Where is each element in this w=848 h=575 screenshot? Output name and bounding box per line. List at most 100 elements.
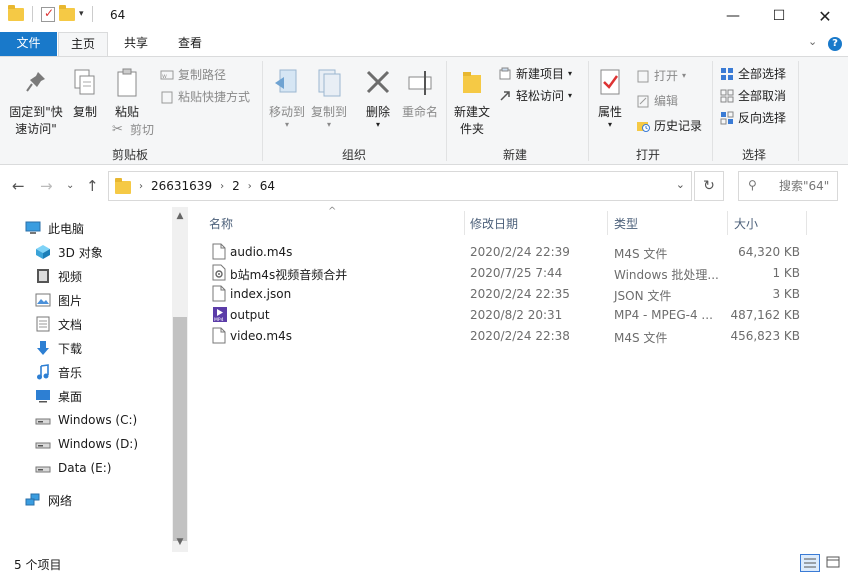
sidebar-item[interactable]: 音乐 [34,361,82,383]
sidebar-item[interactable]: 图片 [34,289,82,311]
invert-selection-label: 反向选择 [738,111,787,125]
scroll-up-icon[interactable]: ▲ [172,211,188,221]
column-divider[interactable] [806,211,807,235]
mp4-icon: MP4 [212,306,227,323]
edit-button[interactable]: 编辑 [636,92,678,109]
select-all-button[interactable]: 全部选择 [720,65,786,82]
sidebar-item[interactable]: 此电脑 [24,217,84,239]
select-none-button[interactable]: 全部取消 [720,87,786,104]
new-item-button[interactable]: 新建项目 ▾ [498,65,572,82]
copy-to-icon [318,69,341,97]
copy-to-button[interactable]: 复制到 ▾ [308,67,350,129]
new-item-label: 新建项目 [516,67,565,81]
select-all-label: 全部选择 [738,67,787,81]
invert-selection-button[interactable]: 反向选择 [720,109,786,126]
sidebar-item[interactable]: 3D 对象 [34,241,103,263]
delete-button[interactable]: 删除 ▾ [360,67,396,129]
properties-icon[interactable] [41,6,55,22]
forward-arrow-icon[interactable]: → [40,177,53,195]
sidebar-item[interactable]: Windows (D:) [34,433,138,455]
breadcrumb: › 26631639 › 2 › 64 [109,172,275,200]
open-button[interactable]: 打开 ▾ [636,67,686,84]
sidebar-scrollbar[interactable]: ▲ ▼ [172,207,188,552]
paste-button[interactable]: 粘贴 [110,67,144,121]
file-type: JSON 文件 [614,289,672,303]
up-arrow-icon[interactable]: ↑ [86,177,99,195]
file-row[interactable]: audio.m4s 2020/2/24 22:39 M4S 文件 64,320 KB [200,242,810,263]
chevron-right-icon[interactable]: › [139,181,143,192]
document-icon [34,316,52,332]
file-row[interactable]: video.m4s 2020/2/24 22:38 M4S 文件 456,823 KB [200,326,810,347]
quick-access-toolbar: ▾ [8,4,97,22]
file-row[interactable]: b站m4s视频音频合并 2020/7/25 7:44 Windows 批处理... 1… [200,263,810,284]
sidebar-item[interactable]: 文档 [34,313,82,335]
expand-ribbon-icon[interactable]: ⌄ [808,35,817,48]
file-row[interactable]: index.json 2020/2/24 22:35 JSON 文件 3 KB [200,284,810,305]
select-none-label: 全部取消 [738,89,787,103]
file-list: ^ 名称 修改日期 类型 大小 audio.m4s 2020/2/24 22:39… [200,206,848,552]
rename-button[interactable]: 重命名 [398,67,442,121]
history-label: 历史记录 [654,119,703,133]
paste-shortcut-button[interactable]: 粘贴快捷方式 [160,88,250,105]
pin-quick-access-button[interactable]: 固定到"快速访问" [6,69,66,138]
minimize-button[interactable]: — [710,0,756,32]
sidebar-item[interactable]: 桌面 [34,385,82,407]
sidebar-item[interactable]: 下载 [34,337,82,359]
column-header-type[interactable]: 类型 [614,215,638,232]
large-icons-view-icon [826,556,840,568]
tab-view[interactable]: 查看 [166,32,214,56]
file-date: 2020/2/24 22:39 [470,245,570,259]
picture-icon [34,293,52,307]
column-header-date[interactable]: 修改日期 [470,215,518,232]
properties-button[interactable]: 属性 ▾ [592,67,628,129]
toolbar-divider [91,6,93,22]
copy-path-button[interactable]: w 复制路径 [160,66,226,83]
help-icon[interactable]: ? [828,37,842,51]
customize-toolbar-icon[interactable]: ▾ [79,9,84,19]
cut-button[interactable]: ✂ 剪切 [112,121,154,138]
copy-button[interactable]: 复制 [70,67,100,121]
tab-file[interactable]: 文件 [0,32,57,56]
ribbon: 固定到"快速访问" 复制 粘贴 w 复制路径 粘贴快捷方式 ✂ 剪切 剪贴板 移… [0,56,848,165]
history-button[interactable]: 历史记录 [636,117,702,134]
close-button[interactable]: ✕ [802,0,848,32]
tab-home[interactable]: 主页 [58,32,108,57]
address-bar[interactable]: › 26631639 › 2 › 64 ⌄ [108,171,692,201]
file-icon [212,285,226,302]
sidebar-item[interactable]: Windows (C:) [34,409,137,431]
scroll-down-icon[interactable]: ▼ [172,537,188,547]
select-all-icon [721,67,733,80]
sidebar-item[interactable]: 网络 [24,489,72,511]
file-row[interactable]: MP4 output 2020/8/2 20:31 MP4 - MPEG-4 ... 4… [200,305,810,326]
back-arrow-icon[interactable]: ← [12,177,25,195]
breadcrumb-item[interactable]: 26631639 [151,179,212,193]
recent-locations-icon[interactable]: ⌄ [66,180,74,191]
new-folder-button[interactable]: 新建文件夹 [452,67,492,138]
move-to-button[interactable]: 移动到 ▾ [266,67,308,129]
3d-objects-icon [34,244,52,260]
scrollbar-thumb[interactable] [173,317,187,541]
details-view-button[interactable] [800,554,820,572]
column-header-name[interactable]: 名称 [209,215,233,232]
maximize-button[interactable]: ☐ [756,0,802,32]
new-folder-icon[interactable] [59,4,75,21]
chevron-down-icon[interactable]: ⌄ [676,178,685,191]
large-icons-view-button[interactable] [824,554,844,572]
drive-icon [34,438,52,450]
new-folder-label: 新建文件夹 [453,105,490,136]
tab-share[interactable]: 共享 [112,32,160,56]
refresh-button[interactable]: ↻ [694,171,724,201]
column-divider[interactable] [464,211,465,235]
chevron-right-icon[interactable]: › [248,181,252,192]
sidebar-item[interactable]: 视频 [34,265,82,287]
easy-access-button[interactable]: 轻松访问 ▾ [498,87,572,104]
breadcrumb-item[interactable]: 64 [260,179,275,193]
chevron-right-icon[interactable]: › [220,181,224,192]
column-header-size[interactable]: 大小 [734,215,758,232]
breadcrumb-item[interactable]: 2 [232,179,240,193]
column-divider[interactable] [607,211,608,235]
sidebar-item[interactable]: Data (E:) [34,457,111,479]
folder-icon [8,4,24,21]
open-icon [637,70,649,82]
column-divider[interactable] [727,211,728,235]
